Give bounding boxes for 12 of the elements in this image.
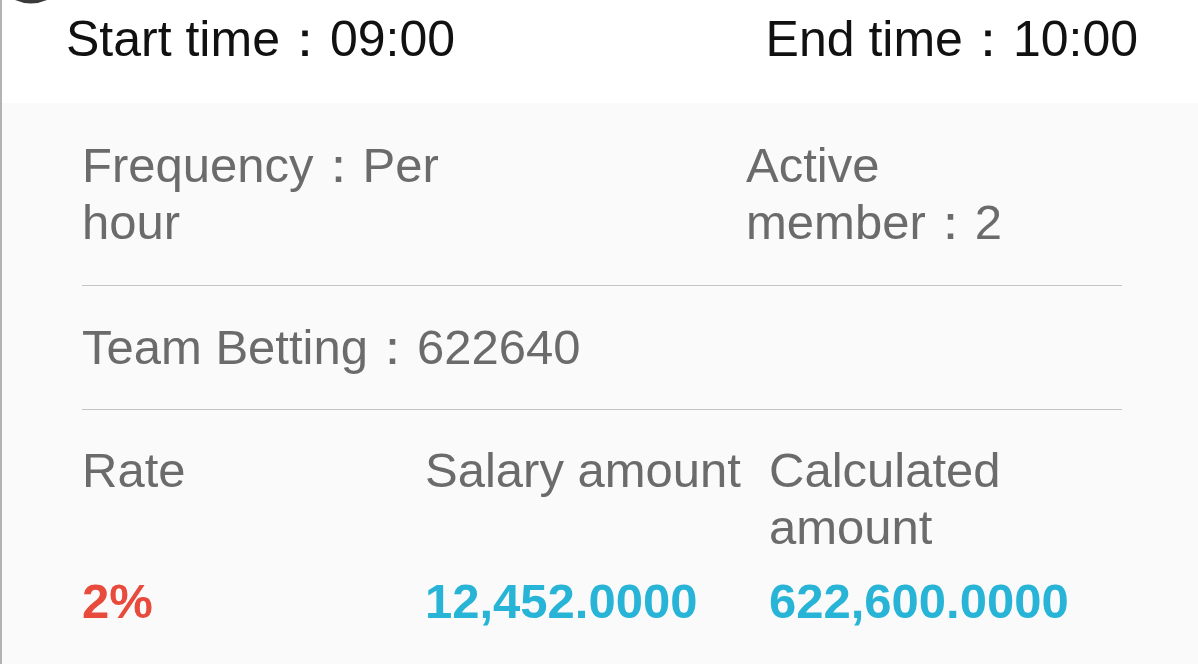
frequency-text: Frequency：Per hour — [82, 137, 440, 251]
arc-icon — [15, 0, 47, 4]
amount-value: 622,600.0000 — [769, 573, 1070, 630]
rate-value: 2% — [82, 573, 154, 630]
active-member-text: Active member：2 — [746, 137, 1003, 251]
column-header: Rate — [82, 442, 187, 499]
team-betting-text: Team Betting：622640 — [82, 319, 582, 376]
column-header: Calculated amount — [769, 442, 1002, 556]
amount-value: 12,452.0000 — [425, 573, 699, 630]
end-time: End time：10:00 — [765, 9, 1138, 68]
column-header: Salary amount — [425, 442, 742, 499]
start-time: Start time：09:00 — [66, 9, 456, 68]
